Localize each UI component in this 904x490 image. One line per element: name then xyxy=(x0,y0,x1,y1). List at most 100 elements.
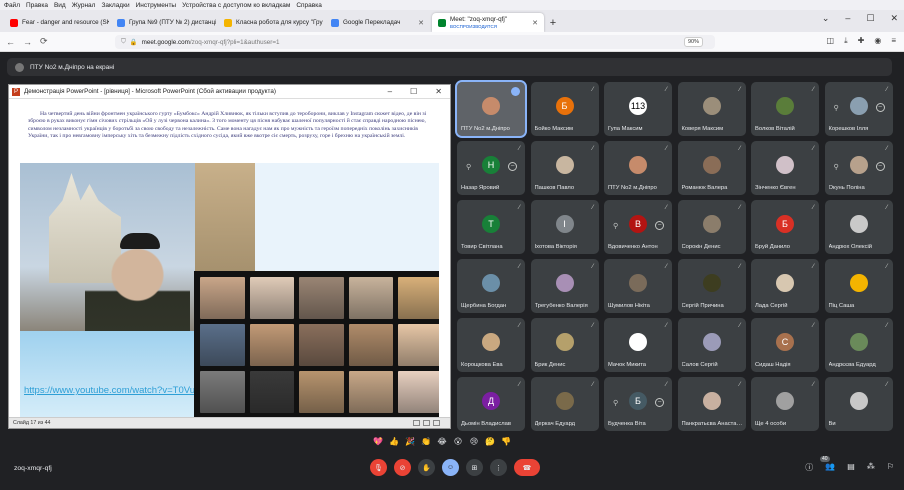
menu-item[interactable]: Устройства с доступом ко вкладкам xyxy=(182,2,290,9)
pin-icon[interactable]: ⚲ xyxy=(466,163,471,171)
participant-tile[interactable]: ПТУ No2 м.Дніпро xyxy=(455,80,527,138)
participant-tile[interactable]: Б ⁄ ⚲ − Будченка Віта xyxy=(604,377,672,431)
menu-icon[interactable]: ≡ xyxy=(891,36,896,46)
participant-tile[interactable]: ⁄ Шумилов Нікіта xyxy=(604,259,672,313)
minimize-icon[interactable]: – xyxy=(388,87,392,96)
participant-tile[interactable]: ⁄ Деркач Едуард xyxy=(530,377,599,431)
pin-icon[interactable]: ⚲ xyxy=(834,163,839,171)
participant-tile[interactable]: ⁄ Корощкова Ева xyxy=(457,318,525,372)
participant-tile[interactable]: Д ⁄ Дьомін Владислав xyxy=(457,377,525,431)
participant-tile[interactable]: ⁄ Салов Сергій xyxy=(677,318,746,372)
present-button[interactable]: ⊞ xyxy=(466,459,483,476)
browser-tab[interactable]: Група №9 (ПТУ № 2) дистанці✕ xyxy=(111,13,216,32)
browser-tab[interactable]: Google Перекладач ✕ xyxy=(325,13,430,32)
participant-tile[interactable]: ⁄ Мачок Микита xyxy=(604,318,672,372)
participant-tile[interactable]: В ⁄ ⚲ − Вдовиченко Антон xyxy=(604,200,672,254)
participant-tile[interactable]: ⁄ Щербина Богдан xyxy=(457,259,525,313)
reaction-emoji[interactable]: 👍 xyxy=(389,436,399,446)
chat-icon[interactable]: ▤ xyxy=(847,462,855,473)
participant-tile[interactable]: Т ⁄ Товир Світлана xyxy=(457,200,525,254)
participant-tile[interactable]: І ⁄ Іхотова Вікторія xyxy=(530,200,599,254)
remove-icon[interactable]: − xyxy=(655,398,664,407)
menu-item[interactable]: Файл xyxy=(4,2,20,9)
participant-tile[interactable]: ⁄ Сорокін Денис xyxy=(677,200,746,254)
reaction-emoji[interactable]: 😮 xyxy=(453,436,463,446)
participant-tile[interactable]: ⁄ Піц Саша xyxy=(824,259,893,313)
participant-tile[interactable]: Б ⁄ Бруй Данило xyxy=(751,200,819,254)
participant-tile[interactable]: ⁄ Романюк Валера xyxy=(677,141,746,195)
close-icon[interactable]: ✕ xyxy=(890,13,898,24)
menu-item[interactable]: Вид xyxy=(54,2,66,9)
participant-tile[interactable]: Н ⁄ ⚲ − Назар Яровий xyxy=(457,141,525,195)
maximize-icon[interactable]: ☐ xyxy=(866,13,874,24)
presenter-chip[interactable]: ПТУ No2 м.Дніпро на екрані xyxy=(7,58,892,76)
participant-tile[interactable]: ⁄ Андрюх Олексій xyxy=(824,200,893,254)
menu-item[interactable]: Закладки xyxy=(101,2,129,9)
camera-off-button[interactable]: ⊘ xyxy=(394,459,411,476)
maximize-icon[interactable]: ☐ xyxy=(410,87,417,96)
pin-icon[interactable]: ⚲ xyxy=(613,399,618,407)
people-icon[interactable]: 👥 xyxy=(825,462,835,473)
youtube-link[interactable]: https://www.youtube.com/watch?v=T0Vud5Q xyxy=(24,385,213,396)
participant-tile[interactable]: ⁄ Коверя Максим xyxy=(677,82,746,136)
close-icon[interactable]: ✕ xyxy=(435,87,442,96)
mic-off-button[interactable]: 🎙 xyxy=(370,459,387,476)
participant-tile[interactable]: ⁄ Панкратьєва Анастасія xyxy=(677,377,746,431)
participant-tile[interactable]: Б ⁄ Бойко Максим xyxy=(530,82,599,136)
participant-tile[interactable]: ⁄ Пашков Павло xyxy=(530,141,599,195)
more-options-button[interactable]: ⋮ xyxy=(490,459,507,476)
activities-icon[interactable]: ⁂ xyxy=(867,462,875,473)
menu-item[interactable]: Журнал xyxy=(72,2,96,9)
reaction-emoji[interactable]: 👏 xyxy=(421,436,431,446)
remove-icon[interactable]: − xyxy=(508,162,517,171)
participant-tile[interactable]: ⁄ ПТУ No2 м.Дніпро xyxy=(604,141,672,195)
participant-tile[interactable]: ⁄ Лада Сергій xyxy=(751,259,819,313)
address-bar[interactable]: ⛉ 🔒 meet.google.com/zoq-xmqr-qfj?pli=1&a… xyxy=(115,35,715,49)
menu-item[interactable]: Инструменты xyxy=(136,2,177,9)
browser-tab[interactable]: Fear - danger and resource (SK✕ xyxy=(4,13,109,32)
extension-icon[interactable]: ✚ xyxy=(858,36,865,46)
reaction-emoji[interactable]: 🎉 xyxy=(405,436,415,446)
participant-tile[interactable]: ⁄ Ви xyxy=(824,377,893,431)
zoom-level[interactable]: 90% xyxy=(684,37,704,47)
new-tab-button[interactable]: + xyxy=(546,13,560,32)
participant-tile[interactable]: ⁄ Ще 4 особи xyxy=(751,377,819,431)
pin-icon[interactable]: ⚲ xyxy=(834,104,839,112)
participant-tile[interactable]: ⁄ ⚲ − Корешков Ілля xyxy=(824,82,893,136)
reaction-emoji[interactable]: 😂 xyxy=(437,436,447,446)
leave-call-button[interactable]: ☎ xyxy=(514,459,540,476)
participant-tile[interactable]: 113 ⁄ Гупа Максим xyxy=(604,82,672,136)
chevron-down-icon[interactable]: ⌄ xyxy=(822,13,830,24)
participant-tile[interactable]: ⁄ Сергій Причина xyxy=(677,259,746,313)
remove-icon[interactable]: − xyxy=(655,221,664,230)
minimize-icon[interactable]: – xyxy=(845,13,850,24)
browser-tab[interactable]: Класна робота для курсу "Гру✕ xyxy=(218,13,323,32)
reaction-emoji[interactable]: 💖 xyxy=(373,436,383,446)
download-icon[interactable]: ⤓ xyxy=(844,36,848,46)
info-icon[interactable]: ⓘ xyxy=(805,462,813,473)
participant-tile[interactable]: С ⁄ Сидаш Надія xyxy=(751,318,819,372)
close-icon[interactable]: ✕ xyxy=(532,19,538,27)
browser-tab-active[interactable]: Meet: "zoq-xmqr-qfj" ВОСПРОИЗВОДИТСЯ ✕ xyxy=(432,13,544,32)
participant-tile[interactable]: ⁄ Трегубенко Валерія xyxy=(530,259,599,313)
participant-tile[interactable]: ⁄ Андрєєва Едуард xyxy=(824,318,893,372)
back-icon[interactable]: ← xyxy=(6,37,15,47)
reaction-emoji[interactable]: 🤔 xyxy=(485,436,495,446)
view-switcher[interactable] xyxy=(413,420,450,426)
close-icon[interactable]: ✕ xyxy=(418,19,424,27)
forward-icon[interactable]: → xyxy=(23,37,32,47)
reload-icon[interactable]: ⟳ xyxy=(40,36,48,47)
menu-item[interactable]: Правка xyxy=(26,2,48,9)
participant-tile[interactable]: ⁄ Брик Денис xyxy=(530,318,599,372)
host-controls-icon[interactable]: ⚐ xyxy=(887,462,894,473)
participant-tile[interactable]: ⁄ Волков Віталій xyxy=(751,82,819,136)
pin-icon[interactable]: ⚲ xyxy=(613,222,618,230)
remove-icon[interactable]: − xyxy=(875,162,885,171)
reaction-emoji[interactable]: 👎 xyxy=(501,436,511,446)
participant-tile[interactable]: ⁄ Зінченко Євген xyxy=(751,141,819,195)
emoji-button[interactable]: ☺ xyxy=(442,459,459,476)
participant-tile[interactable]: ⁄ ⚲ − Окунь Поліна xyxy=(824,141,893,195)
account-icon[interactable]: ◉ xyxy=(874,36,881,46)
pocket-icon[interactable]: ◫ xyxy=(827,36,835,46)
menu-item[interactable]: Справка xyxy=(296,2,322,9)
